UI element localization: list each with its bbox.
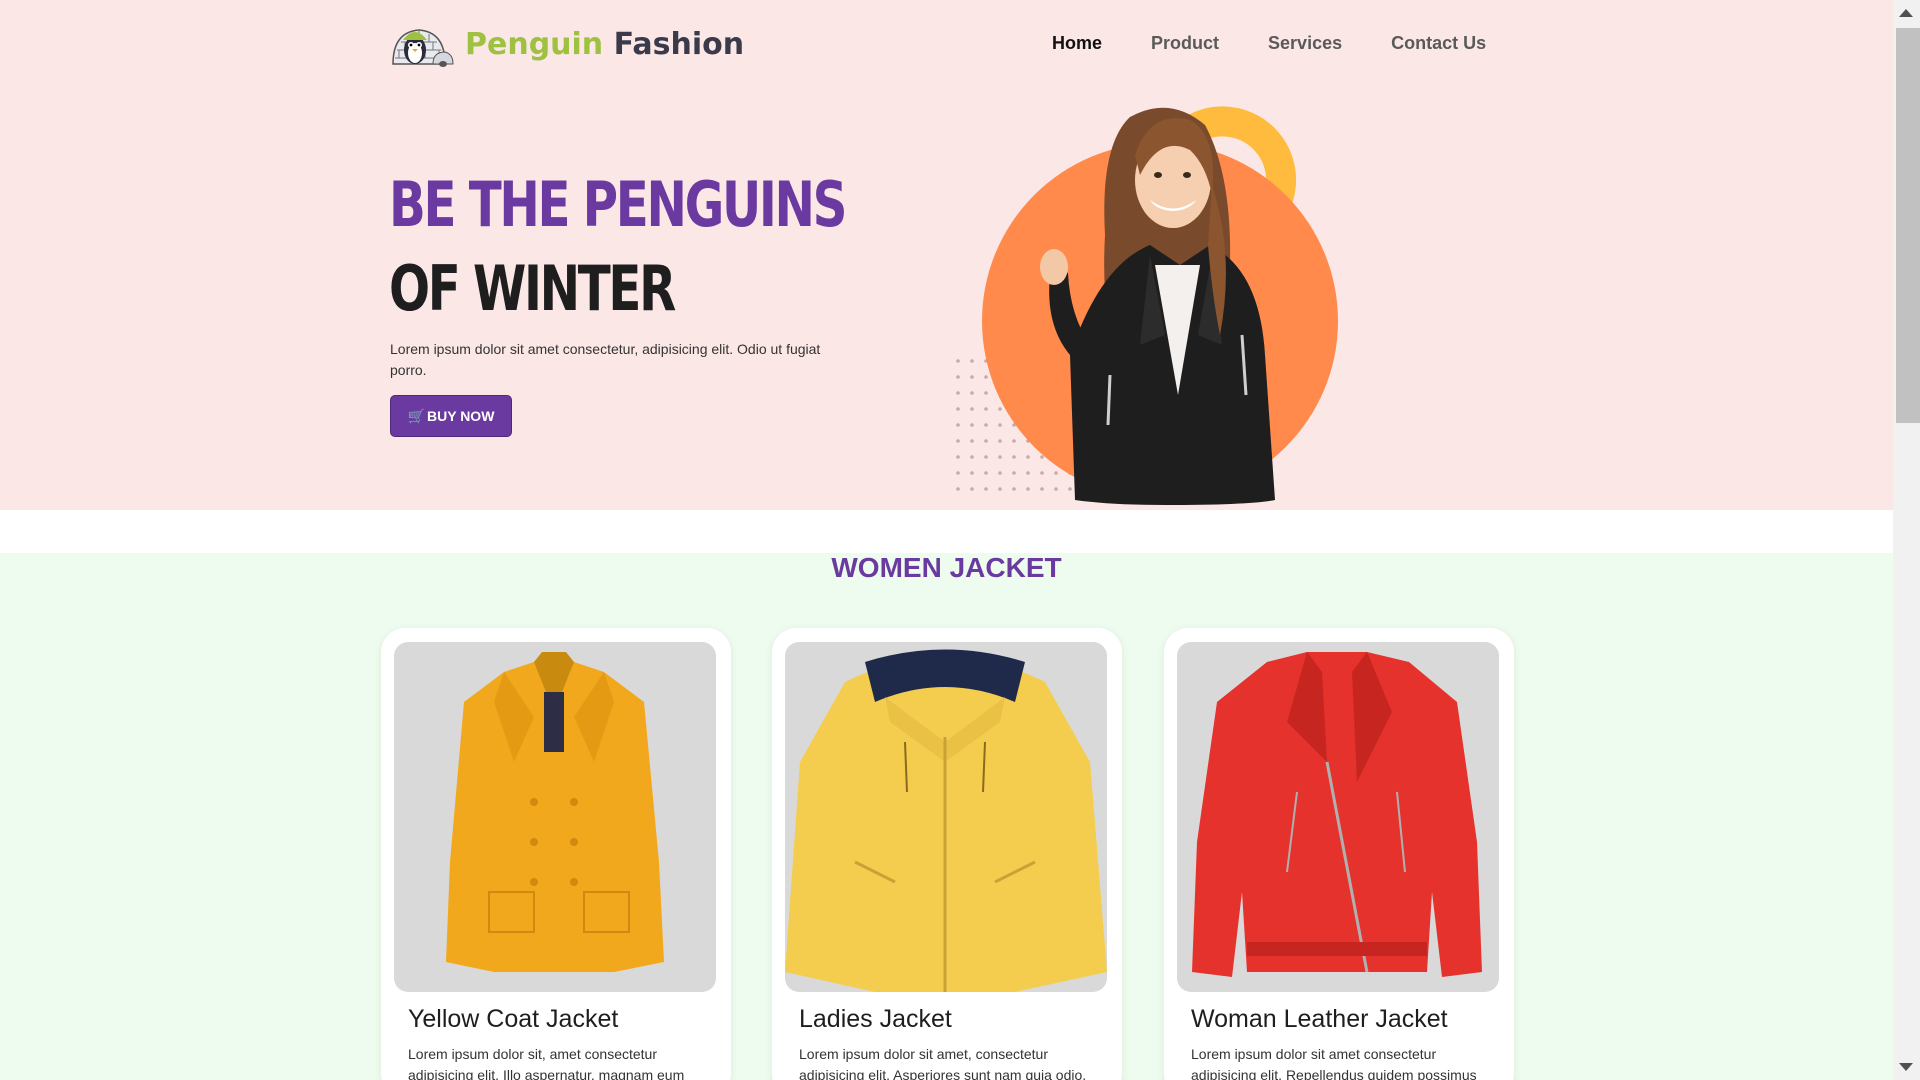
hero-headline-line2: OF WINTER — [389, 252, 676, 325]
brand-name-part1: Penguin — [465, 26, 604, 62]
brand-logo[interactable]: Penguin Fashion — [389, 20, 744, 68]
cart-icon: 🛒 — [407, 407, 425, 424]
red-leather-jacket-image — [1192, 652, 1482, 977]
hero-description: Lorem ipsum dolor sit amet consectetur, … — [390, 341, 821, 378]
brand-name: Penguin Fashion — [465, 27, 744, 62]
product-image — [785, 642, 1107, 992]
product-title[interactable]: Yellow Coat Jacket — [408, 1005, 618, 1034]
hero-headline-line1: BE THE PENGUINS — [389, 168, 848, 241]
ladies-jacket-image — [785, 649, 1107, 992]
main-nav: Home Product Services Contact Us — [1052, 33, 1535, 54]
hero-model-image — [956, 106, 1338, 505]
product-card-ladies-jacket[interactable]: Ladies Jacket Lorem ipsum dolor sit amet… — [772, 628, 1122, 1080]
nav-contact-us[interactable]: Contact Us — [1391, 33, 1486, 54]
product-description: Lorem ipsum dolor sit amet consectetur a… — [1191, 1046, 1477, 1080]
product-description: Lorem ipsum dolor sit amet, consectetur … — [799, 1046, 1087, 1080]
product-title[interactable]: Ladies Jacket — [799, 1005, 952, 1034]
product-image — [1177, 642, 1499, 992]
product-card-leather-jacket[interactable]: Woman Leather Jacket Lorem ipsum dolor s… — [1164, 628, 1514, 1080]
scroll-up-arrow-icon[interactable] — [1899, 9, 1913, 17]
nav-product[interactable]: Product — [1151, 33, 1219, 54]
buy-now-button[interactable]: 🛒 BUY NOW — [390, 395, 512, 437]
scroll-down-arrow-icon[interactable] — [1899, 1063, 1913, 1071]
buy-now-label: BUY NOW — [427, 408, 495, 424]
page: Penguin Fashion Home Product Services Co… — [0, 0, 1893, 1080]
scrollbar-thumb[interactable] — [1896, 28, 1920, 423]
section-spacer — [0, 510, 1893, 553]
product-image — [394, 642, 716, 992]
section-title-women-jacket: WOMEN JACKET — [831, 552, 1062, 583]
product-title[interactable]: Woman Leather Jacket — [1191, 1005, 1448, 1034]
penguin-igloo-logo-icon — [392, 29, 454, 67]
nav-services[interactable]: Services — [1268, 33, 1342, 54]
brand-name-part2: Fashion — [613, 26, 745, 62]
hero-section — [0, 0, 1893, 510]
product-description: Lorem ipsum dolor sit, amet consectetur … — [408, 1046, 685, 1080]
yellow-coat-image — [446, 652, 664, 972]
product-card-yellow-coat[interactable]: Yellow Coat Jacket Lorem ipsum dolor sit… — [381, 628, 731, 1080]
nav-home[interactable]: Home — [1052, 33, 1102, 54]
